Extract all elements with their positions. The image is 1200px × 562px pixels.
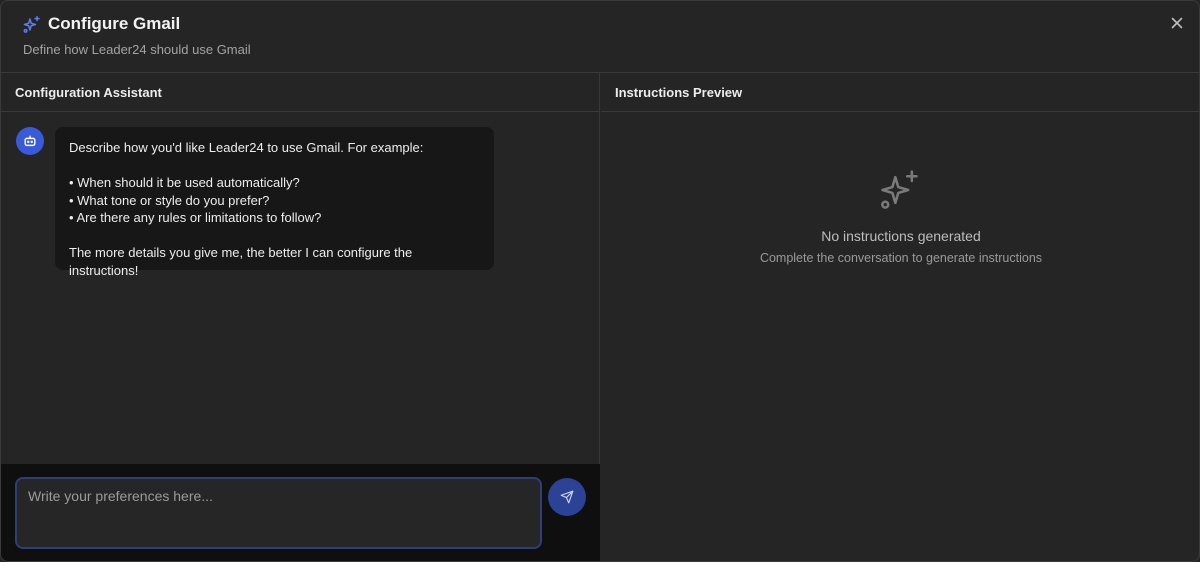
empty-state-subtitle: Complete the conversation to generate in… [759,251,1043,265]
dialog-header: Configure Gmail Define how Leader24 shou… [1,1,1199,73]
message-bullet: • What tone or style do you prefer? [69,192,270,208]
composer [1,464,600,561]
assistant-message: Describe how you'd like Leader24 to use … [55,127,494,278]
dialog-title: Configure Gmail [48,14,181,33]
dialog-subtitle: Define how Leader24 should use Gmail [23,42,251,57]
assistant-pane: Configuration Assistant Describe how you… [1,73,600,561]
bot-avatar [16,127,44,155]
send-button[interactable] [548,478,586,516]
message-bullet: • When should it be used automatically? [69,175,300,190]
preview-pane: Instructions Preview No instructions gen… [601,73,1199,561]
bot-icon [24,135,36,147]
empty-state-title: No instructions generated [821,228,981,244]
message-intro: Describe how you'd like Leader24 to use … [69,140,424,155]
send-icon [560,490,574,504]
sparkles-icon [881,170,918,209]
configure-dialog: Configure Gmail Define how Leader24 shou… [0,0,1200,562]
preview-header: Instructions Preview [601,73,1199,112]
preferences-input[interactable] [15,477,542,549]
close-icon[interactable] [1169,15,1185,31]
message-bullet: • Are there any rules or limitations to … [69,210,322,225]
message-outro: The more details you give me, the better… [69,245,413,278]
sparkles-icon [23,15,40,33]
assistant-header: Configuration Assistant [1,73,599,112]
